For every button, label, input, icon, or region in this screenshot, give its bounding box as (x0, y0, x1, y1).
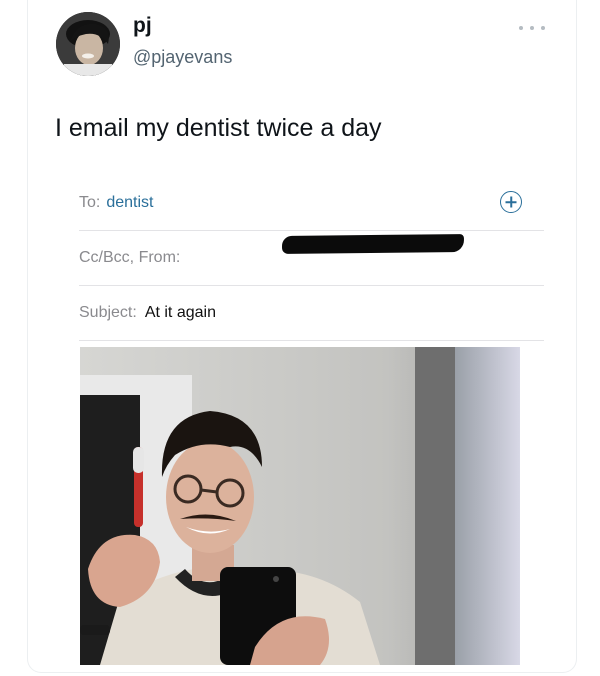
author-handle[interactable]: @pjayevans (133, 47, 232, 68)
email-compose: To: dentist Cc/Bcc, From: Subject: At it… (79, 176, 544, 341)
author-name[interactable]: pj (133, 14, 152, 38)
subject-label: Subject: (79, 304, 137, 321)
redaction-scribble (281, 234, 465, 254)
more-options-icon[interactable] (519, 24, 545, 32)
avatar[interactable] (56, 12, 120, 76)
to-label: To: (79, 194, 101, 211)
subject-value[interactable]: At it again (145, 304, 216, 322)
tweet-text: I email my dentist twice a day (55, 114, 382, 142)
to-row[interactable]: To: dentist (79, 176, 544, 231)
cc-from-row[interactable]: Cc/Bcc, From: (79, 231, 544, 286)
plus-circle-icon[interactable] (500, 191, 522, 213)
attached-photo[interactable] (80, 347, 520, 665)
to-recipient[interactable]: dentist (106, 194, 153, 212)
subject-row[interactable]: Subject: At it again (79, 286, 544, 341)
cc-from-label: Cc/Bcc, From: (79, 249, 181, 266)
